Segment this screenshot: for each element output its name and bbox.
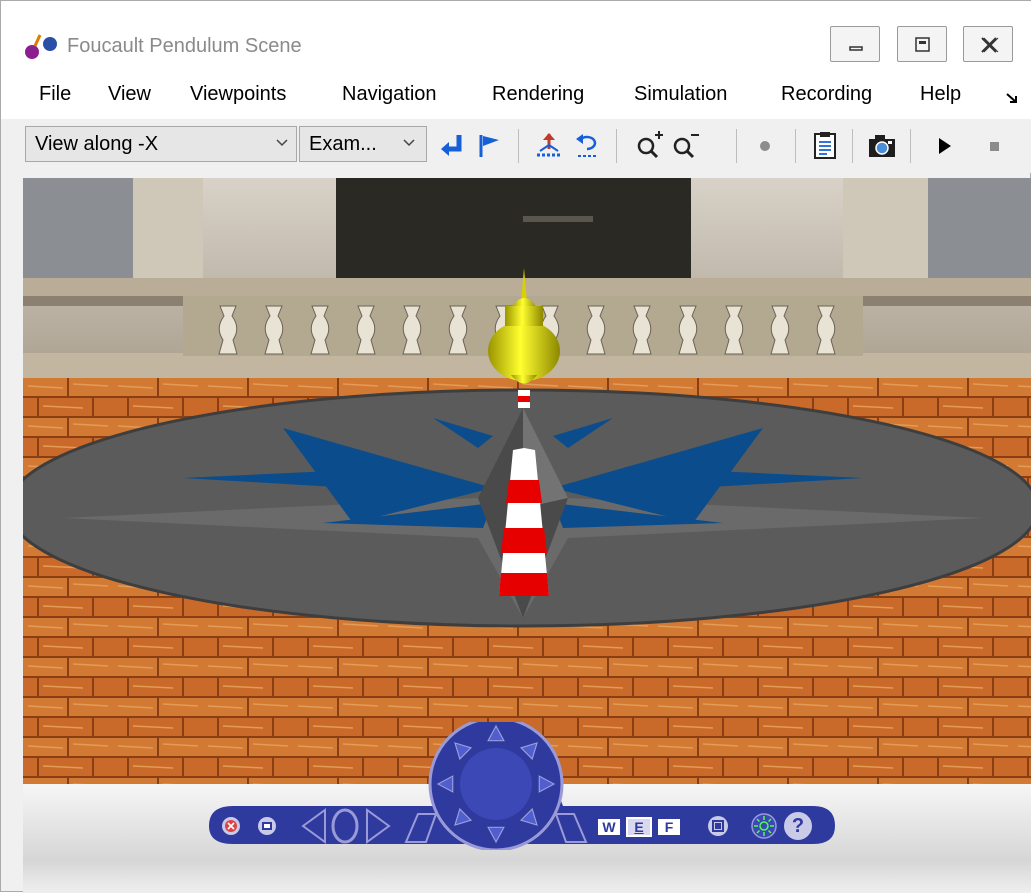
create-viewpoint-icon[interactable] [475, 131, 505, 161]
chevron-down-icon [403, 139, 415, 147]
toolbar-separator [736, 129, 737, 163]
toolbar-separator [616, 129, 617, 163]
wireframe-mode-button[interactable]: W [596, 817, 622, 837]
toolbar-separator [910, 129, 911, 163]
menu-viewpoints[interactable]: Viewpoints [190, 83, 286, 106]
viewpoints-icon[interactable] [706, 814, 730, 838]
minimize-button[interactable] [830, 26, 880, 62]
zoom-out-icon[interactable] [671, 131, 701, 161]
panel-options-icon[interactable] [255, 814, 279, 838]
undo-move-icon[interactable] [573, 131, 603, 161]
restore-icon [915, 37, 930, 52]
close-button[interactable] [963, 26, 1013, 62]
fly-mode-icon: F [664, 819, 674, 835]
menu-bar: File View Viewpoints Navigation Renderin… [1, 74, 1031, 119]
rotate-right-icon[interactable] [366, 808, 391, 844]
menu-navigation[interactable]: Navigation [342, 83, 437, 106]
wireframe-mode-icon: W [602, 819, 616, 835]
examine-mode-button[interactable]: E [626, 817, 652, 837]
record-icon[interactable] [750, 131, 780, 161]
straighten-up-icon[interactable] [534, 131, 564, 161]
toolbar-separator [518, 129, 519, 163]
viewpoint-select[interactable]: View along -X [25, 126, 297, 162]
menu-help[interactable]: Help [920, 83, 961, 106]
camera-icon[interactable] [867, 131, 897, 161]
menu-view[interactable]: View [108, 83, 151, 106]
close-panel-icon[interactable] [219, 814, 243, 838]
3d-viewport[interactable] [23, 178, 1031, 784]
help-icon: ? [791, 815, 805, 837]
chevron-down-icon [276, 139, 288, 147]
navigation-mode-select-value: Exam... [309, 133, 377, 155]
play-icon[interactable] [929, 131, 959, 161]
title-bar: Foucault Pendulum Scene [1, 1, 1031, 74]
navigation-mode-select[interactable]: Exam... [299, 126, 427, 162]
rotate-left-icon[interactable] [301, 808, 326, 844]
viewpoint-select-value: View along -X [35, 133, 159, 155]
fly-mode-button[interactable]: F [656, 817, 682, 837]
toolbar-separator [852, 129, 853, 163]
close-icon [981, 37, 999, 53]
help-button[interactable]: ? [782, 810, 814, 842]
toolbar-separator [795, 129, 796, 163]
stop-icon[interactable] [979, 131, 1009, 161]
menu-rendering[interactable]: Rendering [492, 83, 584, 106]
window-title: Foucault Pendulum Scene [67, 35, 302, 57]
restore-button[interactable] [897, 26, 947, 62]
chevron-double-icon[interactable] [1004, 90, 1020, 106]
zoom-in-icon[interactable] [635, 131, 665, 161]
rotate-control [301, 808, 391, 844]
navigation-wheel[interactable] [398, 722, 594, 850]
minimize-icon [849, 46, 863, 51]
snapshot-document-icon[interactable] [810, 131, 840, 161]
menu-simulation[interactable]: Simulation [634, 83, 727, 106]
joystick-icon[interactable] [331, 808, 359, 844]
app-window: Foucault Pendulum Scene File View Viewpo… [0, 0, 1031, 893]
headlight-icon[interactable] [750, 812, 778, 840]
toolbar: View along -X Exam... [1, 119, 1031, 173]
return-to-viewpoint-icon[interactable] [437, 131, 467, 161]
navigation-panel-area: W E F ? [23, 722, 1031, 893]
menu-file[interactable]: File [39, 83, 71, 106]
app-icon [25, 34, 57, 59]
menu-recording[interactable]: Recording [781, 83, 872, 106]
examine-mode-icon: E [634, 819, 644, 835]
